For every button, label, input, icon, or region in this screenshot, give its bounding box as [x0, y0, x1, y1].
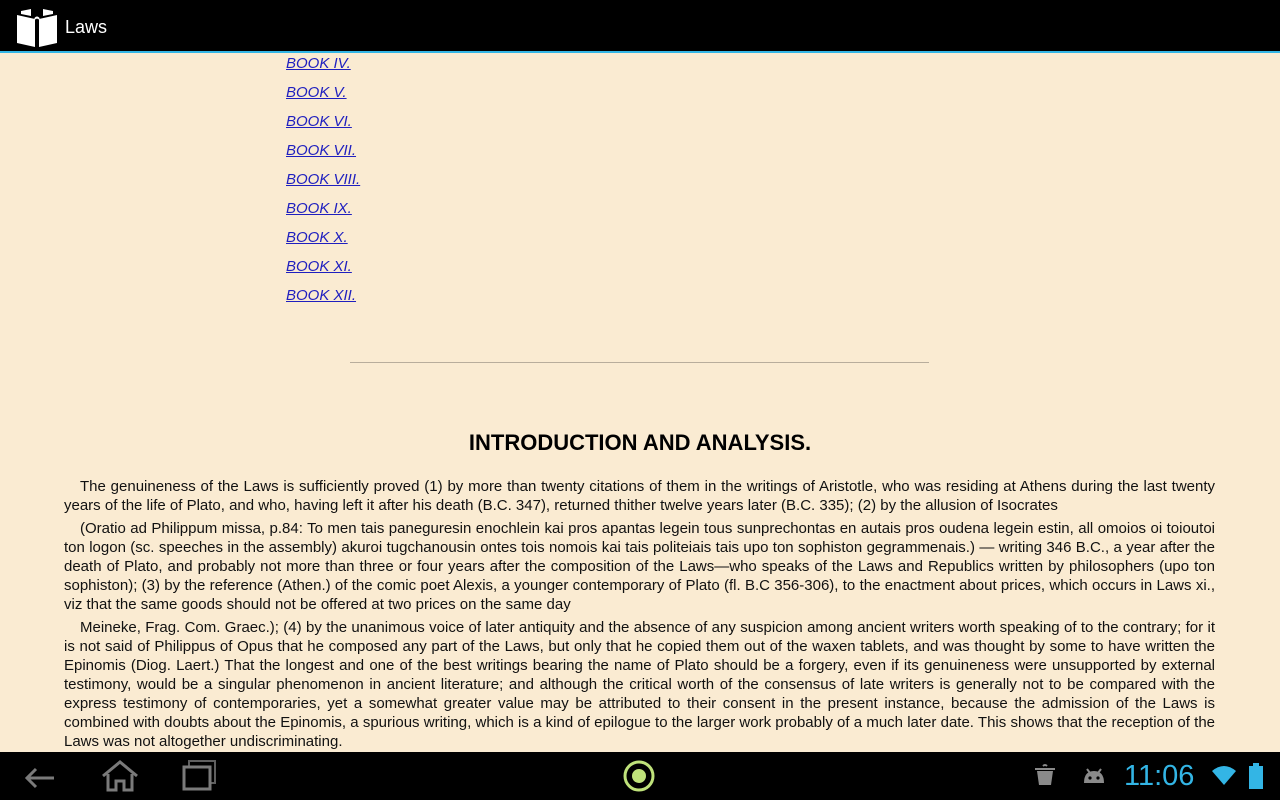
clock: 11:06 [1124, 760, 1195, 792]
coffee-cup-icon[interactable] [1033, 763, 1059, 789]
toc-link-book-iv[interactable]: BOOK IV. [286, 55, 351, 72]
table-of-contents: BOOK IV. BOOK V. BOOK VI. BOOK VII. BOOK… [286, 54, 360, 310]
section-heading: INTRODUCTION AND ANALYSIS. [468, 430, 812, 455]
wifi-icon [1212, 766, 1236, 785]
toc-link-book-vii[interactable]: BOOK VII. [286, 142, 356, 159]
toc-item: BOOK V. [286, 78, 360, 107]
toc-link-book-x[interactable]: BOOK X. [286, 229, 348, 246]
battery-icon [1249, 763, 1263, 789]
paragraph: The genuineness of the Laws is sufficien… [64, 478, 1215, 514]
toc-link-book-xii[interactable]: BOOK XII. [286, 287, 356, 304]
toc-link-book-ix[interactable]: BOOK IX. [286, 200, 352, 217]
toc-item: BOOK X. [286, 223, 360, 252]
toc-link-book-v[interactable]: BOOK V. [286, 84, 347, 101]
action-bar: Laws [0, 0, 1280, 53]
toc-link-book-viii[interactable]: BOOK VIII. [286, 171, 360, 188]
paragraph: Meineke, Frag. Com. Graec.); (4) by the … [64, 619, 1215, 750]
reader-content[interactable]: BOOK IV. BOOK V. BOOK VI. BOOK VII. BOOK… [0, 54, 1280, 752]
toc-item: BOOK VI. [286, 107, 360, 136]
toc-link-book-xi[interactable]: BOOK XI. [286, 258, 352, 275]
recent-apps-icon[interactable] [180, 758, 220, 794]
section-divider [350, 362, 929, 363]
toc-item: BOOK IX. [286, 194, 360, 223]
book-icon[interactable] [13, 7, 61, 49]
back-icon[interactable] [22, 758, 58, 794]
toc-item: BOOK VIII. [286, 165, 360, 194]
toc-item: BOOK XI. [286, 252, 360, 281]
android-debug-icon[interactable] [1080, 763, 1108, 789]
app-title: Laws [65, 17, 108, 37]
launcher-icon[interactable] [621, 758, 657, 794]
home-icon[interactable] [100, 758, 140, 794]
system-nav-bar: 11:06 [0, 752, 1280, 800]
section-body: The genuineness of the Laws is sufficien… [64, 477, 1215, 752]
toc-link-book-vi[interactable]: BOOK VI. [286, 113, 352, 130]
paragraph: (Oratio ad Philippum missa, p.84: To men… [64, 520, 1215, 613]
toc-item: BOOK XII. [286, 281, 360, 310]
toc-item: BOOK IV. [286, 54, 360, 78]
toc-item: BOOK VII. [286, 136, 360, 165]
